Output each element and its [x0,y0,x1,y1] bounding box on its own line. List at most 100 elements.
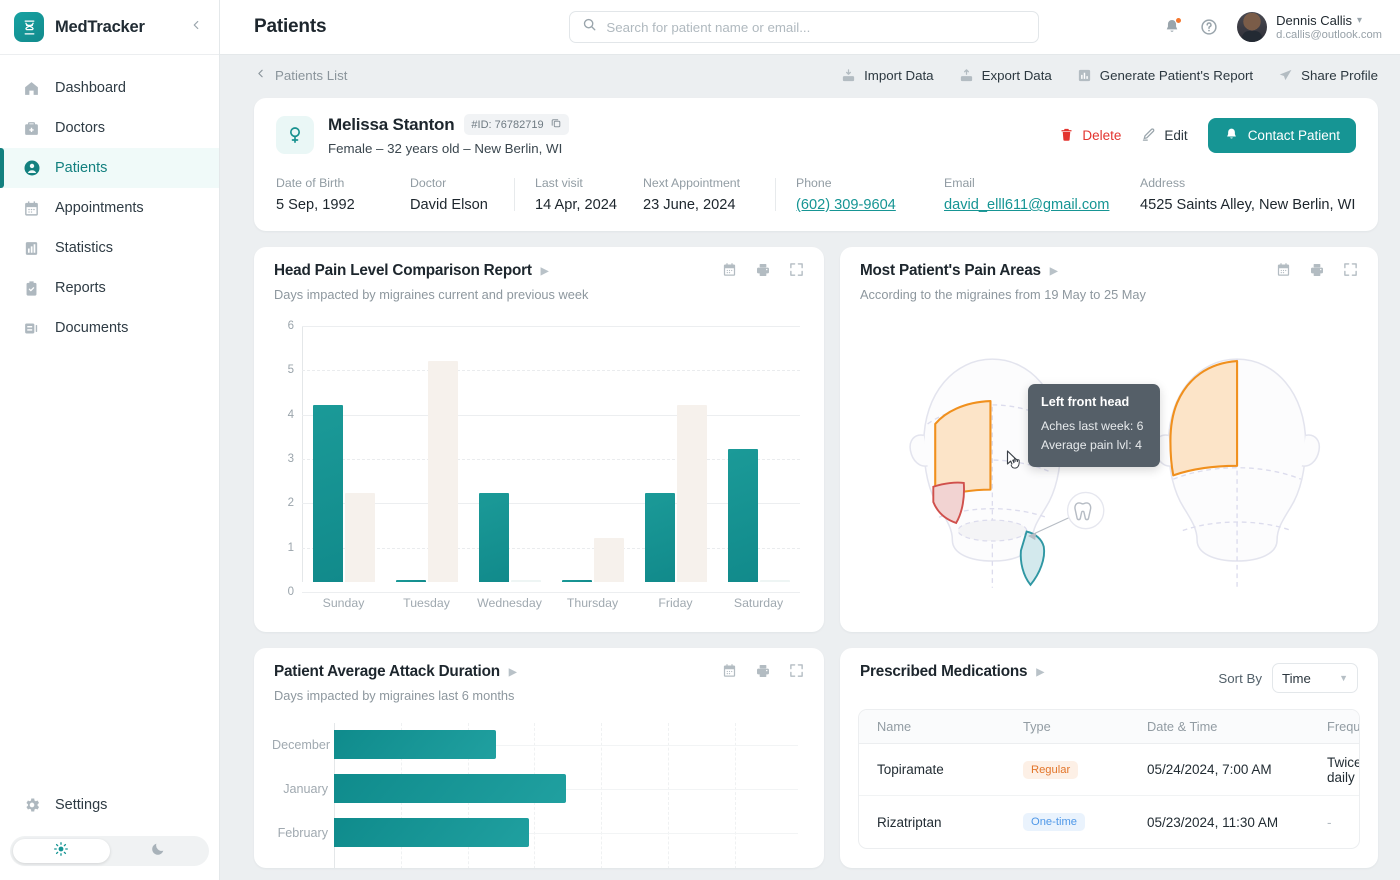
bar-previous[interactable] [760,580,790,582]
field-last-visit: Last visit 14 Apr, 2024 [535,176,643,213]
bar-previous[interactable] [511,580,541,582]
breadcrumb-back[interactable]: Patients List [254,67,347,83]
patient-id-chip[interactable]: #ID: 76782719 [464,114,568,135]
bar-current[interactable] [562,580,592,582]
pain-region-left-back-head [1170,361,1237,475]
panel-header: Prescribed Medications ▶ Sort By Time ▼ [840,648,1378,693]
panel-title-text: Head Pain Level Comparison Report [274,262,532,280]
edit-patient-button[interactable]: Edit [1141,127,1187,145]
sidebar-item-label: Doctors [55,120,105,136]
bar-previous[interactable] [594,538,624,582]
table-row[interactable]: Topiramate Regular 05/24/2024, 7:00 AM T… [859,744,1359,796]
calendar-icon[interactable] [722,262,737,278]
contact-patient-button[interactable]: Contact Patient [1208,118,1356,153]
clipboard-check-icon [22,279,41,298]
printer-icon[interactable] [755,663,771,679]
field-label: Doctor [410,176,514,190]
play-icon[interactable]: ▶ [1036,667,1044,678]
charts-row-2: Patient Average Attack Duration ▶ Days i… [254,648,1378,868]
sidebar-collapse-button[interactable] [187,18,205,36]
generate-report-button[interactable]: Generate Patient's Report [1077,68,1253,83]
medications-panel-wrap: Prescribed Medications ▶ Sort By Time ▼ [840,648,1378,868]
plot-area [334,723,798,868]
home-icon [22,79,41,98]
sidebar-item-settings[interactable]: Settings [0,785,219,825]
expand-icon[interactable] [789,663,804,679]
field-value: David Elson [410,197,514,213]
calendar-icon[interactable] [1276,262,1291,278]
sidebar-item-patients[interactable]: Patients [0,148,219,188]
bar-current[interactable] [313,405,343,582]
sort-by-label: Sort By [1218,671,1262,686]
theme-dark-option[interactable] [110,839,207,863]
bar-current[interactable] [396,580,426,582]
bar-previous[interactable] [428,361,458,583]
sidebar-item-statistics[interactable]: Statistics [0,228,219,268]
expand-icon[interactable] [789,262,804,278]
sort-by-select[interactable]: Time ▼ [1272,663,1358,693]
bar[interactable] [334,818,529,847]
field-value: 23 June, 2024 [643,197,775,213]
share-profile-button[interactable]: Share Profile [1278,68,1378,83]
pain-areas-panel-wrap: Most Patient's Pain Areas ▶ According to… [840,247,1378,632]
bar-current[interactable] [645,493,675,582]
column-header-name: Name [859,719,1005,734]
sort-controls: Sort By Time ▼ [1218,663,1358,693]
bar-previous[interactable] [677,405,707,582]
table-row[interactable]: Rizatriptan One-time 05/23/2024, 11:30 A… [859,796,1359,848]
pain-area-tooltip: Left front head Aches last week: 6 Avera… [1028,384,1160,467]
sidebar-item-reports[interactable]: Reports [0,268,219,308]
bar-current[interactable] [479,493,509,582]
theme-light-option[interactable] [13,839,110,863]
bar-current[interactable] [728,449,758,582]
play-icon[interactable]: ▶ [541,266,549,277]
sidebar-item-dashboard[interactable]: Dashboard [0,68,219,108]
phone-link[interactable]: (602) 309-9604 [796,197,944,213]
bell-icon[interactable] [1163,18,1181,36]
field-label: Next Appointment [643,176,775,190]
user-menu[interactable]: Dennis Callis ▾ d.callis@outlook.com [1237,12,1382,42]
field-value: 14 Apr, 2024 [535,197,643,213]
copy-icon[interactable] [550,117,562,132]
mouse-cursor-icon [1005,450,1025,477]
sidebar-item-documents[interactable]: Documents [0,308,219,348]
chevron-down-icon: ▼ [1339,673,1348,683]
play-icon[interactable]: ▶ [509,667,517,678]
status-badge: Regular [1023,761,1078,779]
bar-previous[interactable] [345,493,375,582]
sidebar-nav: Dashboard Doctors Patients Appointments [0,68,219,348]
x-tick-label: Thursday [551,596,634,610]
bar[interactable] [334,774,566,803]
bar-group-sunday [302,326,385,582]
delete-patient-button[interactable]: Delete [1059,127,1121,145]
documents-icon [22,319,41,338]
breadcrumb-actions: Import Data Export Data Generate Patient… [841,68,1378,83]
table-header-row: Name Type Date & Time Frequency [859,710,1359,744]
theme-toggle[interactable] [10,836,209,866]
field-value: 5 Sep, 1992 [276,197,410,213]
bar[interactable] [334,730,496,759]
search-input[interactable] [606,20,1026,35]
cell-datetime: 05/24/2024, 7:00 AM [1129,762,1309,777]
export-data-button[interactable]: Export Data [959,68,1052,83]
search-bar[interactable] [569,11,1039,43]
brand-header: MedTracker [0,0,219,55]
patient-summary-card: Melissa Stanton #ID: 76782719 Female – 3… [254,98,1378,231]
field-phone: Phone (602) 309-9604 [796,176,944,213]
expand-icon[interactable] [1343,262,1358,278]
crumb-action-label: Export Data [982,68,1052,83]
import-icon [841,68,856,83]
play-icon[interactable]: ▶ [1050,266,1058,277]
printer-icon[interactable] [755,262,771,278]
breadcrumb-bar: Patients List Import Data Export Data [220,58,1400,92]
panel-header: Most Patient's Pain Areas ▶ [840,247,1378,280]
email-link[interactable]: david_elll611@gmail.com [944,197,1140,213]
calendar-icon[interactable] [722,663,737,679]
chevron-down-icon[interactable]: ▾ [1357,15,1362,26]
printer-icon[interactable] [1309,262,1325,278]
tooltip-line-1: Aches last week: 6 [1041,417,1147,436]
sidebar-item-appointments[interactable]: Appointments [0,188,219,228]
import-data-button[interactable]: Import Data [841,68,933,83]
sidebar-item-doctors[interactable]: Doctors [0,108,219,148]
question-circle-icon[interactable] [1200,18,1218,36]
